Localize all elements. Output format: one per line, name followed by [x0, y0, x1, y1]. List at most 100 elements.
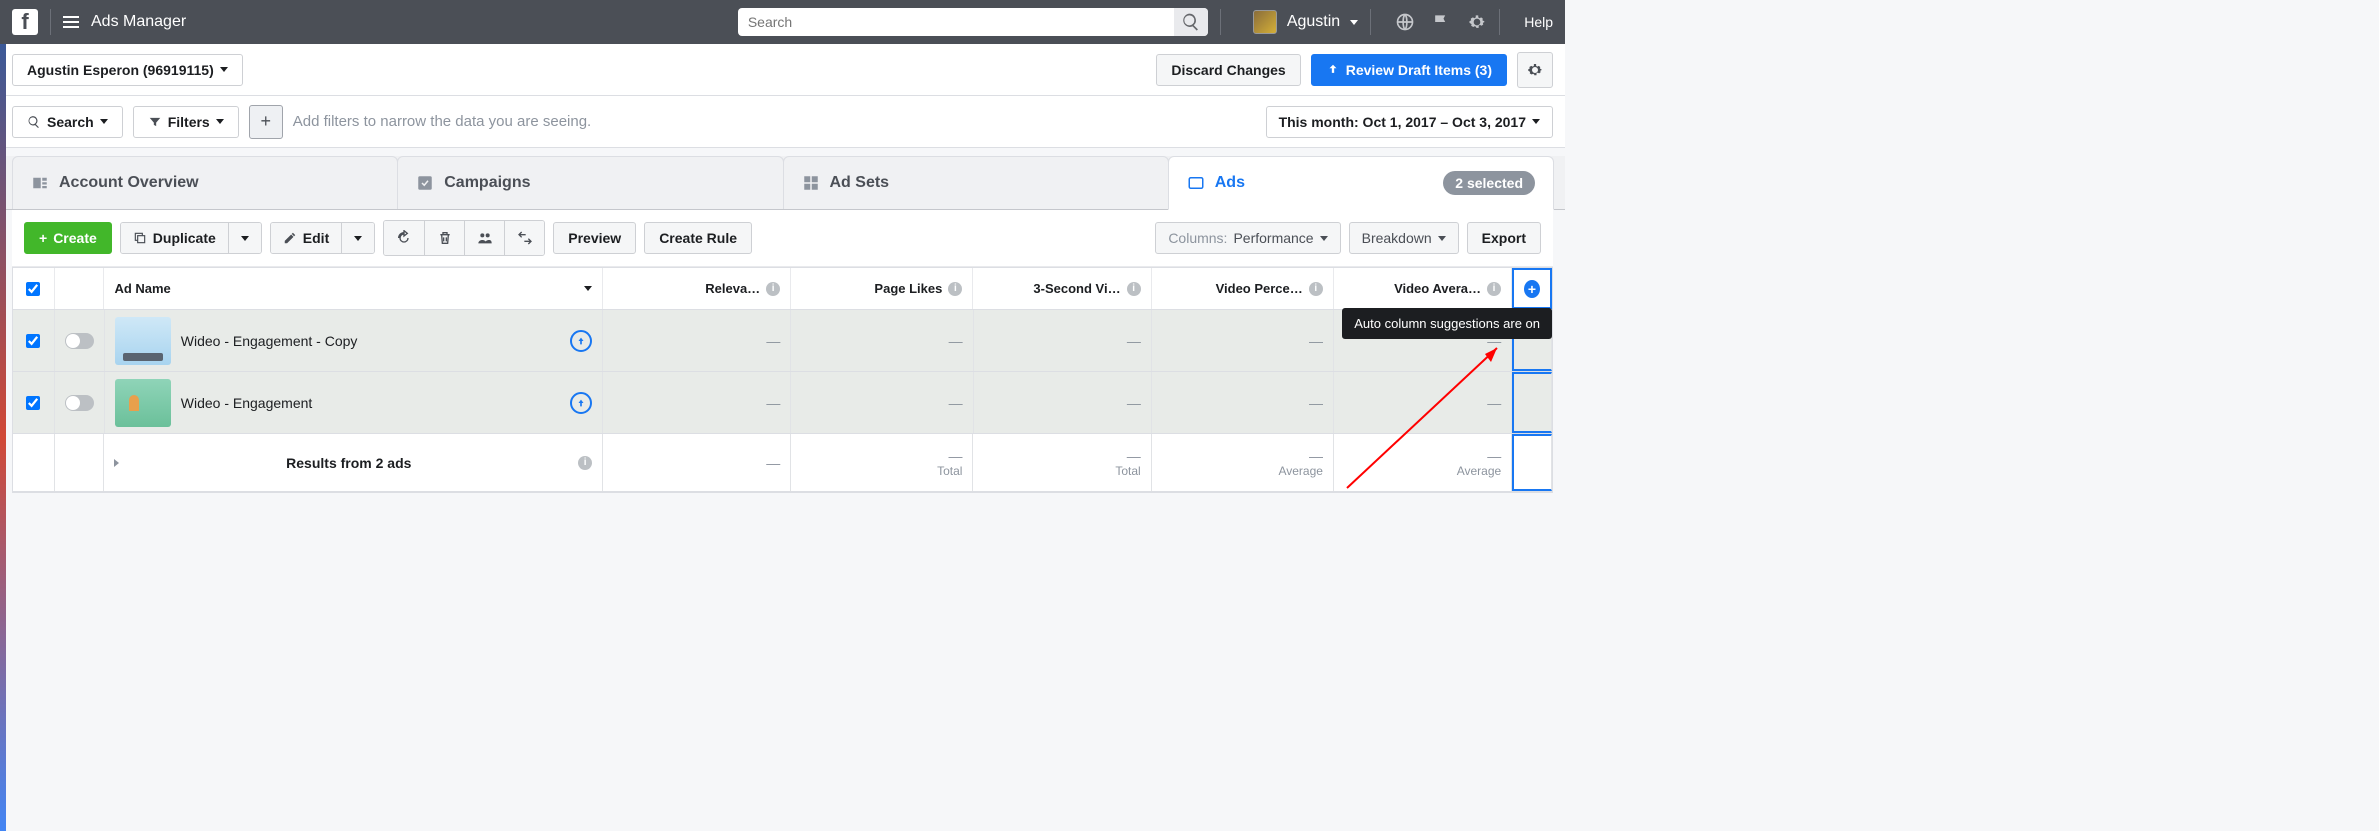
chevron-down-icon	[220, 67, 228, 72]
edit-button[interactable]: Edit	[271, 223, 341, 253]
pending-icon[interactable]	[570, 392, 592, 414]
duplicate-split: Duplicate	[120, 222, 262, 254]
menu-icon[interactable]	[63, 16, 79, 28]
add-filter-button[interactable]: +	[249, 105, 283, 139]
delete-button[interactable]	[424, 221, 464, 255]
pencil-icon	[283, 231, 297, 245]
edit-dropdown[interactable]	[341, 223, 374, 253]
plus-icon: +	[1524, 280, 1540, 298]
gear-icon[interactable]	[1467, 12, 1487, 32]
tooltip: Auto column suggestions are on	[1342, 308, 1552, 339]
settings-button[interactable]	[1517, 52, 1553, 88]
audience-button[interactable]	[464, 221, 504, 255]
chevron-down-icon	[1320, 236, 1328, 241]
name-header[interactable]: Ad Name	[104, 268, 603, 309]
breakdown-dropdown[interactable]: Breakdown	[1349, 222, 1459, 254]
col5-header[interactable]: Video Avera…i	[1334, 268, 1512, 309]
export-button[interactable]: Export	[1467, 222, 1541, 254]
toolbar: + Create Duplicate Edit Preview Create R…	[12, 210, 1553, 267]
filters-dropdown[interactable]: Filters	[133, 106, 239, 138]
account-label: Agustin Esperon (96919115)	[27, 62, 214, 78]
caret-right-icon[interactable]	[114, 459, 119, 467]
export-icon-button[interactable]	[504, 221, 544, 255]
col1-header[interactable]: Releva…i	[603, 268, 791, 309]
create-button[interactable]: + Create	[24, 222, 112, 254]
info-icon[interactable]: i	[578, 456, 592, 470]
upload-icon	[1326, 63, 1340, 77]
search-icon	[27, 115, 41, 129]
user-name: Agustin	[1287, 13, 1340, 31]
info-icon[interactable]: i	[948, 282, 962, 296]
discard-button[interactable]: Discard Changes	[1156, 54, 1300, 86]
select-all-checkbox[interactable]	[26, 282, 40, 296]
row-checkbox[interactable]	[26, 334, 40, 348]
ad-thumbnail	[115, 317, 171, 365]
tab-overview[interactable]: Account Overview	[12, 156, 398, 209]
col2-header[interactable]: Page Likesi	[791, 268, 973, 309]
summary-label: Results from 2 ads	[286, 455, 411, 471]
chevron-down-icon	[241, 236, 249, 241]
status-toggle[interactable]	[65, 333, 94, 349]
ad-name: Wideo - Engagement	[181, 395, 313, 411]
date-range-selector[interactable]: This month: Oct 1, 2017 – Oct 3, 2017	[1266, 106, 1553, 138]
add-column-button[interactable]: +	[1512, 268, 1552, 309]
review-label: Review Draft Items (3)	[1346, 62, 1492, 78]
chevron-down-icon	[1438, 236, 1446, 241]
info-icon[interactable]: i	[1127, 282, 1141, 296]
info-icon[interactable]: i	[1487, 282, 1501, 296]
search-button[interactable]	[1174, 8, 1208, 36]
account-bar: Agustin Esperon (96919115) Discard Chang…	[0, 44, 1565, 96]
arrows-icon	[517, 230, 533, 246]
search-input[interactable]	[738, 8, 1208, 36]
table-header: Ad Name Releva…i Page Likesi 3-Second Vi…	[13, 268, 1552, 310]
divider	[1499, 9, 1500, 35]
status-toggle[interactable]	[65, 395, 94, 411]
col4-header[interactable]: Video Perce…i	[1152, 268, 1334, 309]
ads-table: Ad Name Releva…i Page Likesi 3-Second Vi…	[12, 267, 1553, 493]
app-title: Ads Manager	[91, 13, 186, 31]
row-checkbox[interactable]	[26, 396, 40, 410]
globe-icon[interactable]	[1395, 12, 1415, 32]
campaigns-icon	[416, 174, 434, 192]
table-row[interactable]: Wideo - Engagement - Copy — — — — —	[13, 310, 1552, 372]
help-link[interactable]: Help	[1524, 14, 1553, 30]
columns-dropdown[interactable]: Columns: Performance	[1155, 222, 1340, 254]
avatar	[1253, 10, 1277, 34]
refresh-button[interactable]	[384, 221, 424, 255]
trash-icon	[437, 230, 453, 246]
adsets-icon	[802, 174, 820, 192]
action-icons	[383, 220, 545, 256]
pending-icon[interactable]	[570, 330, 592, 352]
divider	[1220, 9, 1221, 35]
tab-campaigns[interactable]: Campaigns	[397, 156, 783, 209]
filter-bar: Search Filters + Add filters to narrow t…	[0, 96, 1565, 148]
divider	[50, 9, 51, 35]
duplicate-button[interactable]: Duplicate	[121, 223, 228, 253]
info-icon[interactable]: i	[766, 282, 780, 296]
account-selector[interactable]: Agustin Esperon (96919115)	[12, 54, 243, 86]
search-dropdown[interactable]: Search	[12, 106, 123, 138]
preview-button[interactable]: Preview	[553, 222, 636, 254]
ad-thumbnail	[115, 379, 171, 427]
search-icon	[1181, 12, 1201, 32]
flag-icon[interactable]	[1431, 12, 1451, 32]
filter-hint: Add filters to narrow the data you are s…	[293, 113, 592, 130]
table-row[interactable]: Wideo - Engagement — — — — —	[13, 372, 1552, 434]
col3-header[interactable]: 3-Second Vi…i	[973, 268, 1151, 309]
duplicate-dropdown[interactable]	[228, 223, 261, 253]
chevron-down-icon	[584, 286, 592, 291]
duplicate-icon	[133, 231, 147, 245]
review-draft-button[interactable]: Review Draft Items (3)	[1311, 54, 1507, 86]
info-icon[interactable]: i	[1309, 282, 1323, 296]
topbar-icons	[1395, 12, 1487, 32]
facebook-logo[interactable]: f	[12, 9, 38, 35]
create-rule-button[interactable]: Create Rule	[644, 222, 752, 254]
tab-adsets[interactable]: Ad Sets	[783, 156, 1169, 209]
user-menu[interactable]: Agustin	[1253, 10, 1358, 34]
tab-ads[interactable]: Ads 2 selected	[1168, 156, 1554, 210]
ad-name: Wideo - Engagement - Copy	[181, 333, 358, 349]
toggle-header	[55, 268, 105, 309]
tab-bar: Account Overview Campaigns Ad Sets Ads 2…	[0, 156, 1565, 210]
select-all-header[interactable]	[13, 268, 55, 309]
plus-icon: +	[39, 230, 47, 246]
